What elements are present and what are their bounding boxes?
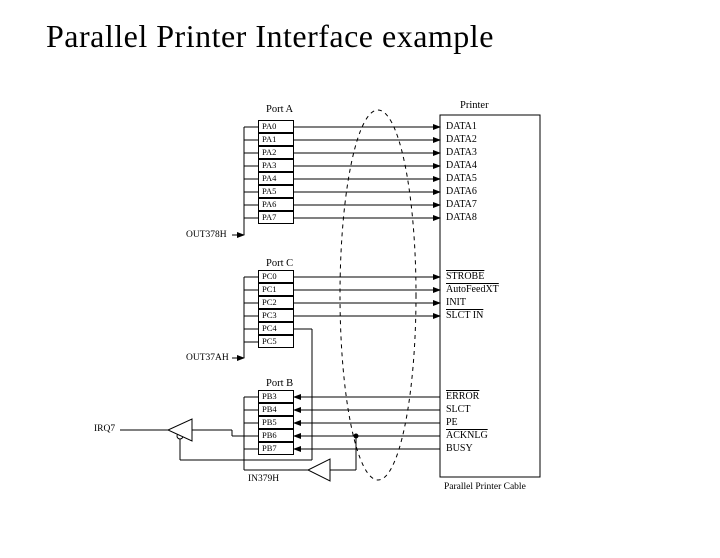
sig-ctrl-1: AutoFeedXT [446, 284, 499, 295]
sig-data7: DATA7 [446, 199, 477, 210]
pin-pa2: PA2 [258, 146, 294, 159]
pin-pa0: PA0 [258, 120, 294, 133]
pin-pb6: PB6 [258, 429, 294, 442]
label-printer: Printer [460, 100, 489, 111]
pin-pb3: PB3 [258, 390, 294, 403]
sig-ctrl-0: STROBE [446, 271, 484, 282]
pin-pc1: PC1 [258, 283, 294, 296]
sig-stat-1: SLCT [446, 404, 470, 415]
label-in379: IN379H [248, 474, 279, 484]
sig-stat-3: ACKNLG [446, 430, 488, 441]
pin-pb4: PB4 [258, 403, 294, 416]
pin-pc0: PC0 [258, 270, 294, 283]
label-irq7: IRQ7 [94, 424, 115, 434]
label-port-b: Port B [266, 378, 293, 389]
label-cable: Parallel Printer Cable [444, 482, 526, 492]
pin-pa7: PA7 [258, 211, 294, 224]
pin-pa1: PA1 [258, 133, 294, 146]
label-port-c: Port C [266, 258, 293, 269]
sig-data2: DATA2 [446, 134, 477, 145]
label-out378: OUT378H [186, 230, 227, 240]
pin-pa5: PA5 [258, 185, 294, 198]
pin-pc2: PC2 [258, 296, 294, 309]
sig-data3: DATA3 [446, 147, 477, 158]
sig-data1: DATA1 [446, 121, 477, 132]
sig-stat-2: PE [446, 417, 458, 428]
sig-data8: DATA8 [446, 212, 477, 223]
pin-pb7: PB7 [258, 442, 294, 455]
sig-ctrl-2: INIT [446, 297, 466, 308]
pin-pc5: PC5 [258, 335, 294, 348]
pin-pa4: PA4 [258, 172, 294, 185]
sig-data5: DATA5 [446, 173, 477, 184]
sig-ctrl-3: SLCT IN [446, 310, 483, 321]
diagram: PA0PA1PA2PA3PA4PA5PA6PA7PC0PC1PC2PC3PC4P… [0, 60, 720, 530]
pin-pa3: PA3 [258, 159, 294, 172]
pin-pb5: PB5 [258, 416, 294, 429]
sig-data6: DATA6 [446, 186, 477, 197]
sig-stat-0: ERROR [446, 391, 479, 402]
pin-pa6: PA6 [258, 198, 294, 211]
pin-pc4: PC4 [258, 322, 294, 335]
pin-pc3: PC3 [258, 309, 294, 322]
label-port-a: Port A [266, 104, 293, 115]
page-title: Parallel Printer Interface example [46, 18, 720, 55]
sig-stat-4: BUSY [446, 443, 473, 454]
sig-data4: DATA4 [446, 160, 477, 171]
label-out37a: OUT37AH [186, 353, 229, 363]
